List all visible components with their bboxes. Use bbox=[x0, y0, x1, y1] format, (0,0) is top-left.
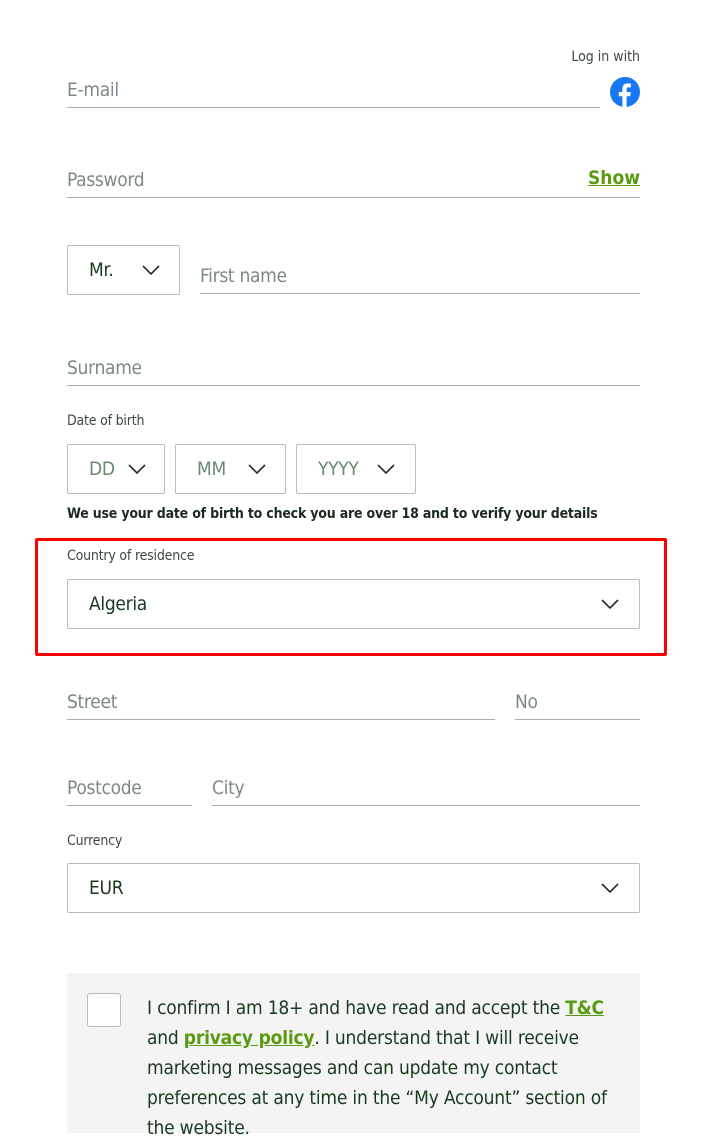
dob-day-select[interactable]: DD bbox=[67, 444, 165, 494]
city-field[interactable]: City bbox=[212, 766, 640, 806]
facebook-icon bbox=[610, 77, 640, 107]
street-field[interactable]: Street bbox=[67, 680, 495, 720]
show-password-button[interactable]: Show bbox=[588, 167, 640, 189]
first-name-placeholder: First name bbox=[200, 265, 287, 287]
street-placeholder: Street bbox=[67, 691, 118, 713]
chevron-down-icon bbox=[377, 464, 395, 475]
chevron-down-icon bbox=[248, 464, 266, 475]
country-value: Algeria bbox=[89, 593, 147, 615]
chevron-down-icon bbox=[601, 883, 619, 894]
dob-hint: We use your date of birth to check you a… bbox=[67, 506, 598, 522]
title-select[interactable]: Mr. bbox=[67, 245, 180, 295]
surname-field[interactable]: Surname bbox=[67, 346, 640, 386]
currency-select[interactable]: EUR bbox=[67, 863, 640, 913]
terms-text-part-1: I confirm I am 18+ and have read and acc… bbox=[147, 997, 566, 1019]
country-select[interactable]: Algeria bbox=[67, 579, 640, 629]
log-in-with-label: Log in with bbox=[571, 49, 640, 65]
dob-year-value: YYYY bbox=[318, 458, 359, 480]
privacy-policy-link[interactable]: privacy policy bbox=[184, 1027, 315, 1049]
first-name-field[interactable]: First name bbox=[200, 254, 640, 294]
terms-text-part-2: and bbox=[147, 1027, 184, 1049]
chevron-down-icon bbox=[601, 599, 619, 610]
currency-label: Currency bbox=[67, 833, 123, 849]
postcode-field[interactable]: Postcode bbox=[67, 766, 192, 806]
surname-placeholder: Surname bbox=[67, 357, 142, 379]
dob-year-select[interactable]: YYYY bbox=[296, 444, 416, 494]
terms-text: I confirm I am 18+ and have read and acc… bbox=[147, 993, 627, 1143]
email-field[interactable]: E-mail bbox=[67, 68, 600, 108]
terms-consent-box: I confirm I am 18+ and have read and acc… bbox=[67, 973, 640, 1139]
house-number-placeholder: No bbox=[515, 691, 538, 713]
facebook-login-button[interactable] bbox=[610, 77, 640, 107]
dob-day-value: DD bbox=[89, 458, 115, 480]
currency-value: EUR bbox=[89, 877, 124, 899]
tc-link[interactable]: T&C bbox=[565, 997, 604, 1019]
house-number-field[interactable]: No bbox=[515, 680, 640, 720]
country-label: Country of residence bbox=[67, 548, 195, 564]
chevron-down-icon bbox=[128, 464, 146, 475]
city-placeholder: City bbox=[212, 777, 245, 799]
password-field[interactable]: Password Show bbox=[67, 158, 640, 198]
dob-month-value: MM bbox=[197, 458, 226, 480]
dob-month-select[interactable]: MM bbox=[175, 444, 286, 494]
title-value: Mr. bbox=[89, 259, 114, 281]
terms-checkbox[interactable] bbox=[87, 993, 121, 1027]
password-placeholder: Password bbox=[67, 169, 145, 191]
email-placeholder: E-mail bbox=[67, 79, 119, 101]
postcode-placeholder: Postcode bbox=[67, 777, 142, 799]
chevron-down-icon bbox=[142, 265, 160, 276]
dob-label: Date of birth bbox=[67, 413, 145, 429]
